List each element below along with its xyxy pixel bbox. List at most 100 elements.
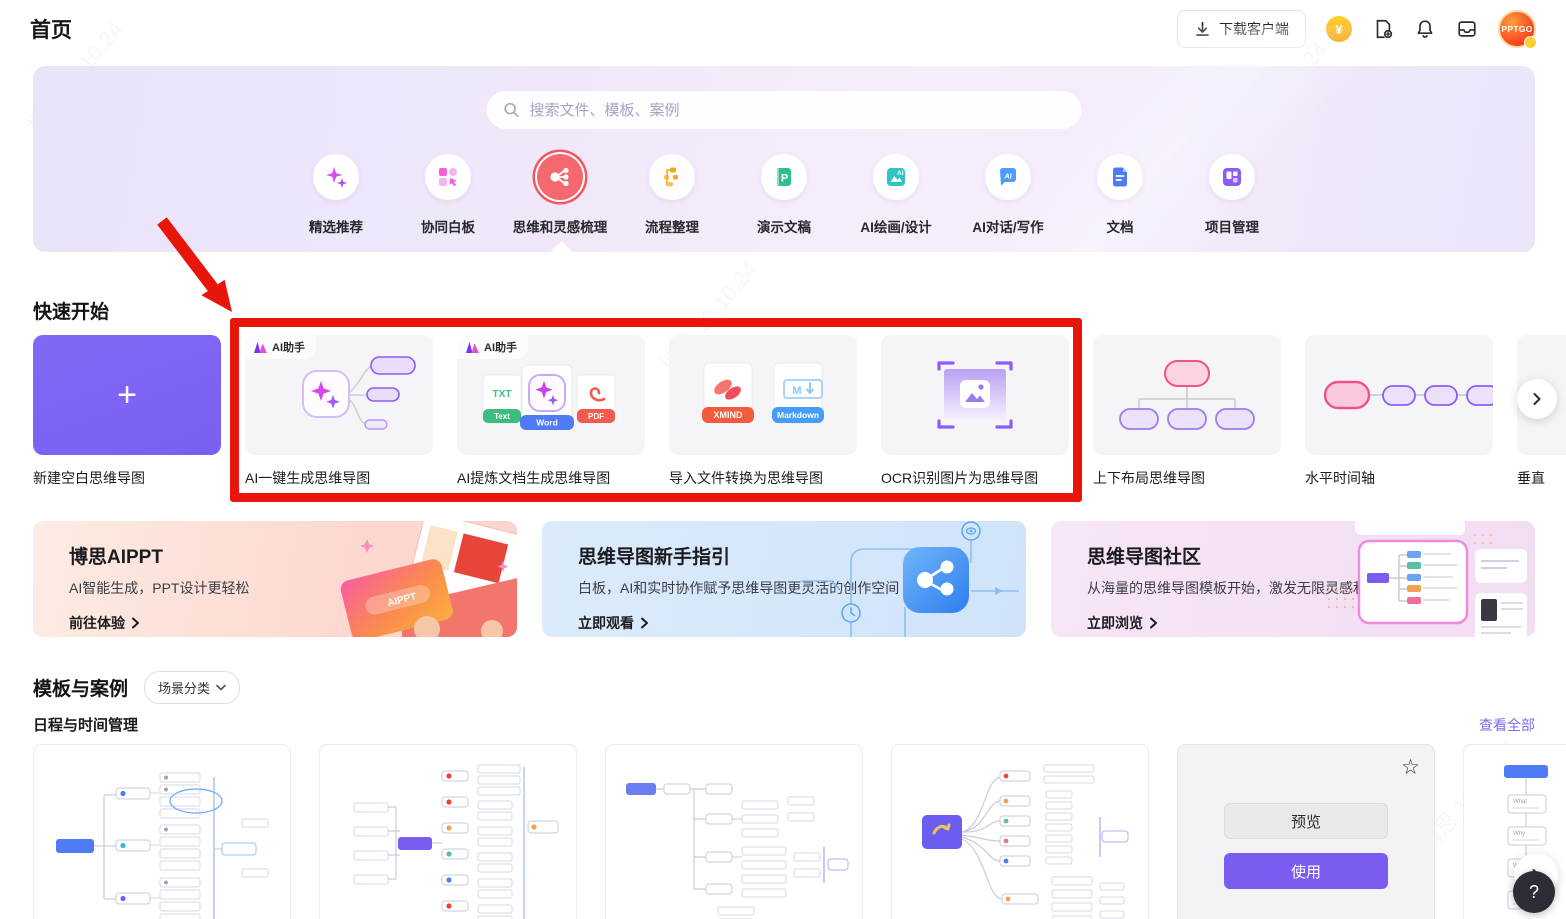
timeline-illustration xyxy=(1323,380,1493,410)
mindmap-icon-selected xyxy=(537,154,583,200)
inbox-icon[interactable] xyxy=(1456,18,1478,40)
template-card-row: ☆ 预览 使用 WhatWhyWhoWhere xyxy=(33,744,1566,919)
quick-card-label: 上下布局思维导图 xyxy=(1093,470,1205,486)
category-ai-design[interactable]: AI AI绘画/设计 xyxy=(840,154,952,236)
chevron-right-icon xyxy=(641,617,648,629)
new-blank-thumbnail: + xyxy=(33,335,221,455)
banner-title: 思维导图社区 xyxy=(1087,547,1202,568)
presentation-icon: P xyxy=(761,154,807,200)
quick-card-new-blank[interactable]: + 新建空白思维导图 xyxy=(33,335,221,488)
category-label: AI对话/写作 xyxy=(972,220,1044,235)
timeline-thumbnail xyxy=(1305,335,1493,455)
category-ai-chat[interactable]: AI AI对话/写作 xyxy=(952,154,1064,236)
category-presentation[interactable]: P 演示文稿 xyxy=(728,154,840,236)
svg-text:PDF: PDF xyxy=(588,412,604,421)
banner-title: 博思AIPPT xyxy=(69,547,163,568)
svg-text:AI: AI xyxy=(1003,172,1012,181)
svg-text:Text: Text xyxy=(494,412,510,421)
view-all-link[interactable]: 查看全部 xyxy=(1479,715,1535,735)
preview-button[interactable]: 预览 xyxy=(1224,803,1388,839)
document-icon xyxy=(1097,154,1143,200)
project-kanban-icon xyxy=(1209,154,1255,200)
category-document[interactable]: 文档 xyxy=(1064,154,1176,236)
quick-start-row: + 新建空白思维导图 AI助手 AI一键生成思维导图 TXT Text PDF … xyxy=(33,335,1566,488)
quick-start-title: 快速开始 xyxy=(33,302,110,323)
quick-card-label: 垂直 xyxy=(1517,470,1545,486)
use-button[interactable]: 使用 xyxy=(1224,853,1388,889)
plus-icon: + xyxy=(117,376,137,414)
ocr-illustration xyxy=(937,361,1013,429)
category-row: 精选推荐 协同白板 思维和灵感梳理 流程整理 P 演示文稿 AI AI绘画/设计… xyxy=(280,154,1288,236)
template-card[interactable] xyxy=(891,744,1149,919)
template-thumbnail xyxy=(922,764,1129,919)
banner-subtitle: 从海量的思维导图模板开始，激发无限灵感和创新 xyxy=(1087,580,1395,596)
template-card[interactable] xyxy=(33,744,291,919)
banner-aippt[interactable]: 博思AIPPT AI智能生成，PPT设计更轻松 前往体验 AIPPT xyxy=(33,521,517,637)
category-label: 项目管理 xyxy=(1205,220,1259,235)
template-card-hovered[interactable]: ☆ 预览 使用 xyxy=(1177,744,1435,919)
avatar-text: PPTGO xyxy=(1501,24,1533,34)
chevron-right-icon xyxy=(132,617,139,629)
category-label: 文档 xyxy=(1106,220,1134,235)
ai-logo-icon xyxy=(254,341,267,353)
banner-community[interactable]: 思维导图社区 从海量的思维导图模板开始，激发无限灵感和创新 立即浏览 xyxy=(1051,521,1535,637)
quick-card-label: AI一键生成思维导图 xyxy=(245,470,371,486)
home-page: 博思 10.10.24 博思 10.10.24 博思 10.10.24 博思 1… xyxy=(0,0,1566,919)
quick-card-ai-extract-doc[interactable]: TXT Text PDF Word AI助手 AI提炼文档生成思维导图 xyxy=(457,335,645,488)
category-project[interactable]: 项目管理 xyxy=(1176,154,1288,236)
banner-subtitle: 白板，AI和实时协作赋予思维导图更灵活的创作空间 xyxy=(578,580,900,596)
quick-card-ai-generate[interactable]: AI助手 AI一键生成思维导图 xyxy=(245,335,433,488)
scene-filter-dropdown[interactable]: 场景分类 xyxy=(144,671,241,704)
search-bar[interactable] xyxy=(486,91,1082,129)
user-avatar[interactable]: PPTGO xyxy=(1498,10,1537,49)
ai-chat-icon: AI xyxy=(985,154,1031,200)
svg-text:AI: AI xyxy=(897,170,904,177)
banner-title: 思维导图新手指引 xyxy=(578,547,731,568)
ai-design-icon: AI xyxy=(873,154,919,200)
template-card[interactable] xyxy=(319,744,577,919)
category-whiteboard[interactable]: 协同白板 xyxy=(392,154,504,236)
category-featured[interactable]: 精选推荐 xyxy=(280,154,392,236)
quick-card-ocr[interactable]: OCR识别图片为思维导图 xyxy=(881,335,1069,488)
templates-header: 模板与案例 场景分类 xyxy=(33,671,241,704)
quick-start-next-button[interactable] xyxy=(1517,379,1557,419)
ai-assistant-badge: AI助手 xyxy=(245,335,316,359)
import-file-thumbnail: XMIND M Markdown xyxy=(669,335,857,455)
svg-text:TXT: TXT xyxy=(493,389,512,400)
quick-card-import-file[interactable]: XMIND M Markdown 导入文件转换为思维导图 xyxy=(669,335,857,488)
ai-assistant-badge: AI助手 xyxy=(457,335,528,359)
help-button[interactable]: ? xyxy=(1513,871,1555,913)
banner-link[interactable]: 立即浏览 xyxy=(1087,613,1535,633)
category-flowchart[interactable]: 流程整理 xyxy=(616,154,728,236)
banner-link[interactable]: 前往体验 xyxy=(69,613,517,633)
chevron-right-icon xyxy=(1150,617,1157,629)
svg-text:Word: Word xyxy=(536,418,558,428)
ocr-thumbnail xyxy=(881,335,1069,455)
chevron-down-icon xyxy=(216,684,226,691)
svg-text:Why: Why xyxy=(1513,831,1525,837)
category-label: 协同白板 xyxy=(421,220,475,235)
templates-title: 模板与案例 xyxy=(33,679,129,700)
quick-card-topdown-layout[interactable]: 上下布局思维导图 xyxy=(1093,335,1281,488)
banner-link[interactable]: 立即观看 xyxy=(578,613,1026,633)
avatar-vip-badge xyxy=(1524,36,1537,49)
banner-guide[interactable]: 思维导图新手指引 白板，AI和实时协作赋予思维导图更灵活的创作空间 立即观看 xyxy=(542,521,1026,637)
category-label: AI绘画/设计 xyxy=(860,220,932,235)
favorite-star-icon[interactable]: ☆ xyxy=(1401,757,1420,778)
page-title: 首页 xyxy=(30,19,72,42)
template-thumbnail xyxy=(56,772,269,919)
sparkle-icon xyxy=(313,154,359,200)
quick-card-label: 水平时间轴 xyxy=(1305,470,1375,486)
whiteboard-icon xyxy=(425,154,471,200)
template-card[interactable] xyxy=(605,744,863,919)
quick-card-horizontal-timeline[interactable]: 水平时间轴 xyxy=(1305,335,1493,488)
topdown-thumbnail xyxy=(1093,335,1281,455)
search-input[interactable] xyxy=(529,101,1066,119)
section-title: 日程与时间管理 xyxy=(33,717,139,734)
svg-text:What: What xyxy=(1513,799,1527,805)
svg-text:P: P xyxy=(781,173,788,185)
search-icon xyxy=(504,102,519,118)
category-mindmap[interactable]: 思维和灵感梳理 xyxy=(504,154,616,236)
quick-card-label: 导入文件转换为思维导图 xyxy=(669,470,823,486)
templates-subheader: 日程与时间管理 查看全部 xyxy=(33,714,1535,735)
